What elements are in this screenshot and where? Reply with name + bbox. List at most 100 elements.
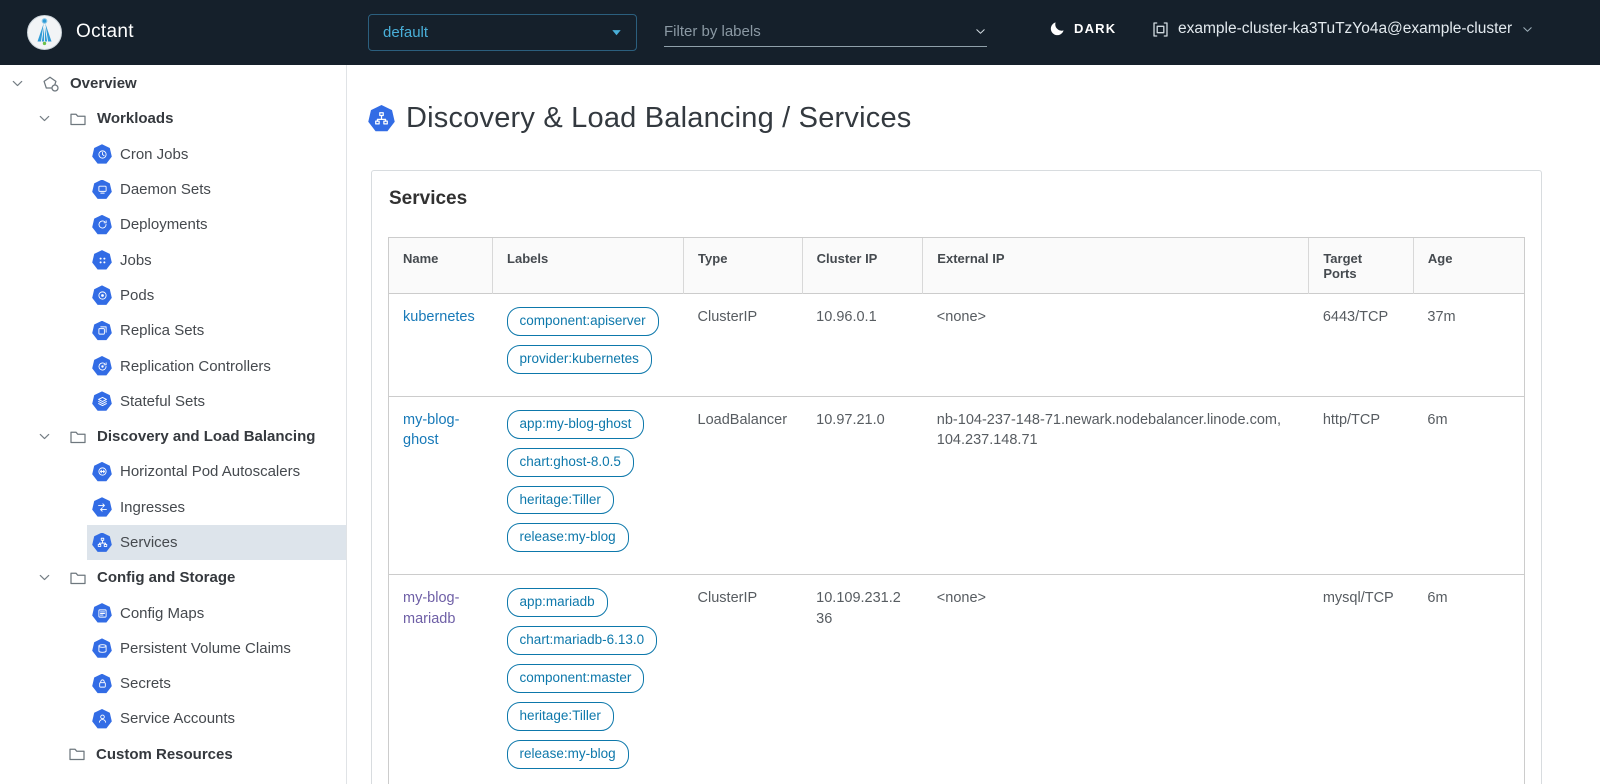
service-link-my-blog-mariadb[interactable]: my-blog-mariadb	[403, 590, 459, 626]
target-ports-cell: mysql/TCP	[1309, 575, 1414, 784]
pods-icon	[92, 285, 112, 305]
cluster-context-name: example-cluster-ka3TuTzYo4a@example-clus…	[1178, 20, 1512, 38]
namespace-dropdown-value: default	[383, 24, 428, 41]
column-header-type: Type	[684, 238, 803, 294]
label-pill[interactable]: app:my-blog-ghost	[507, 410, 645, 439]
sidebar-navigation: Overview Workloads Cron Jobs Daemon Sets…	[0, 65, 347, 784]
table-header-row: Name Labels Type Cluster IP External IP …	[389, 238, 1524, 294]
cluster-ip-cell: 10.97.21.0	[802, 396, 923, 575]
age-cell: 37m	[1413, 294, 1524, 397]
target-ports-cell: 6443/TCP	[1309, 294, 1414, 397]
chevron-down-icon[interactable]	[974, 25, 987, 38]
sidebar-item-pods[interactable]: Pods	[0, 278, 346, 313]
top-header-bar: Octant default DARK example-cluster-ka3T…	[0, 0, 1600, 65]
deployments-icon	[92, 215, 112, 235]
octant-app: Octant default DARK example-cluster-ka3T…	[0, 0, 1600, 784]
sidebar-item-overview[interactable]: Overview	[0, 66, 346, 101]
horizontal-pod-autoscalers-icon	[92, 462, 112, 482]
sidebar-item-cron-jobs[interactable]: Cron Jobs	[0, 137, 346, 172]
sidebar-item-jobs[interactable]: Jobs	[0, 242, 346, 277]
card-title: Services	[389, 188, 1525, 210]
sidebar-group-config-and-storage[interactable]: Config and Storage	[0, 560, 346, 595]
folder-icon	[69, 428, 87, 446]
sidebar-item-persistent-volume-claims[interactable]: Persistent Volume Claims	[0, 631, 346, 666]
sidebar-item-config-maps[interactable]: Config Maps	[0, 595, 346, 630]
sidebar-item-stateful-sets[interactable]: Stateful Sets	[0, 384, 346, 419]
type-cell: ClusterIP	[684, 294, 803, 397]
service-accounts-icon	[92, 709, 112, 729]
stateful-sets-icon	[92, 391, 112, 411]
cluster-context-selector[interactable]: example-cluster-ka3TuTzYo4a@example-clus…	[1152, 20, 1534, 38]
sidebar-group-discovery-and-load-balancing[interactable]: Discovery and Load Balancing	[0, 419, 346, 454]
sidebar-item-deployments[interactable]: Deployments	[0, 207, 346, 242]
label-pill[interactable]: chart:mariadb-6.13.0	[507, 626, 658, 655]
sidebar-item-ingresses[interactable]: Ingresses	[0, 490, 346, 525]
label-filter-input[interactable]	[664, 23, 944, 40]
label-pill[interactable]: provider:kubernetes	[507, 345, 652, 374]
label-list: component:apiserver provider:kubernetes	[507, 307, 670, 383]
cron-jobs-icon	[92, 144, 112, 164]
column-header-target-ports: Target Ports	[1309, 238, 1414, 294]
chevron-down-icon	[1521, 23, 1534, 36]
folder-icon	[69, 110, 87, 128]
label-pill[interactable]: release:my-blog	[507, 523, 629, 552]
type-cell: LoadBalancer	[684, 396, 803, 575]
sidebar-item-horizontal-pod-autoscalers[interactable]: Horizontal Pod Autoscalers	[0, 454, 346, 489]
external-ip-cell: <none>	[923, 575, 1309, 784]
chevron-down-icon[interactable]	[37, 429, 52, 444]
replica-sets-icon	[92, 321, 112, 341]
sidebar-item-services[interactable]: Services	[0, 525, 346, 560]
label-pill[interactable]: app:mariadb	[507, 588, 608, 617]
service-resource-icon	[368, 105, 395, 132]
secrets-icon	[92, 674, 112, 694]
sidebar-group-custom-resources[interactable]: Custom Resources	[0, 737, 346, 772]
cluster-icon	[1152, 21, 1169, 38]
chevron-down-icon[interactable]	[37, 111, 52, 126]
label-filter[interactable]	[664, 17, 987, 47]
ingresses-icon	[92, 497, 112, 517]
moon-icon	[1050, 20, 1066, 36]
dark-mode-toggle[interactable]: DARK	[1050, 20, 1116, 36]
label-pill[interactable]: chart:ghost-8.0.5	[507, 448, 634, 477]
sidebar-item-replication-controllers[interactable]: Replication Controllers	[0, 348, 346, 383]
service-link-my-blog-ghost[interactable]: my-blog-ghost	[403, 412, 459, 448]
table-row: my-blog-ghost app:my-blog-ghost chart:gh…	[389, 396, 1524, 575]
external-ip-cell: <none>	[923, 294, 1309, 397]
chevron-down-icon[interactable]	[10, 76, 25, 91]
label-pill[interactable]: release:my-blog	[507, 740, 629, 769]
chevron-down-icon[interactable]	[37, 570, 52, 585]
type-cell: ClusterIP	[684, 575, 803, 784]
column-header-labels: Labels	[493, 238, 684, 294]
daemon-sets-icon	[92, 180, 112, 200]
label-pill[interactable]: heritage:Tiller	[507, 702, 614, 731]
sidebar-item-daemon-sets[interactable]: Daemon Sets	[0, 172, 346, 207]
sidebar-item-secrets[interactable]: Secrets	[0, 666, 346, 701]
external-ip-cell: nb-104-237-148-71.newark.nodebalancer.li…	[923, 396, 1309, 575]
column-header-external-ip: External IP	[923, 238, 1309, 294]
caret-down-icon	[611, 27, 622, 38]
table-row: kubernetes component:apiserver provider:…	[389, 294, 1524, 397]
label-pill[interactable]: component:apiserver	[507, 307, 659, 336]
cluster-ip-cell: 10.96.0.1	[802, 294, 923, 397]
app-title: Octant	[76, 21, 134, 43]
cluster-ip-cell: 10.109.231.236	[802, 575, 923, 784]
label-list: app:my-blog-ghost chart:ghost-8.0.5 heri…	[507, 410, 670, 562]
main-content: Discovery & Load Balancing / Services Se…	[348, 65, 1600, 784]
sidebar-item-replica-sets[interactable]: Replica Sets	[0, 313, 346, 348]
sidebar-group-workloads[interactable]: Workloads	[0, 101, 346, 136]
sidebar-item-service-accounts[interactable]: Service Accounts	[0, 701, 346, 736]
label-pill[interactable]: component:master	[507, 664, 645, 693]
target-ports-cell: http/TCP	[1309, 396, 1414, 575]
octant-logo-icon	[26, 14, 63, 51]
dark-mode-label: DARK	[1074, 21, 1116, 36]
folder-icon	[68, 745, 86, 763]
age-cell: 6m	[1413, 575, 1524, 784]
persistent-volume-claims-icon	[92, 638, 112, 658]
label-pill[interactable]: heritage:Tiller	[507, 486, 614, 515]
column-header-cluster-ip: Cluster IP	[802, 238, 923, 294]
service-link-kubernetes[interactable]: kubernetes	[403, 309, 475, 325]
column-header-age: Age	[1413, 238, 1524, 294]
config-maps-icon	[92, 603, 112, 623]
namespace-dropdown[interactable]: default	[368, 14, 637, 51]
label-list: app:mariadb chart:mariadb-6.13.0 compone…	[507, 588, 670, 777]
